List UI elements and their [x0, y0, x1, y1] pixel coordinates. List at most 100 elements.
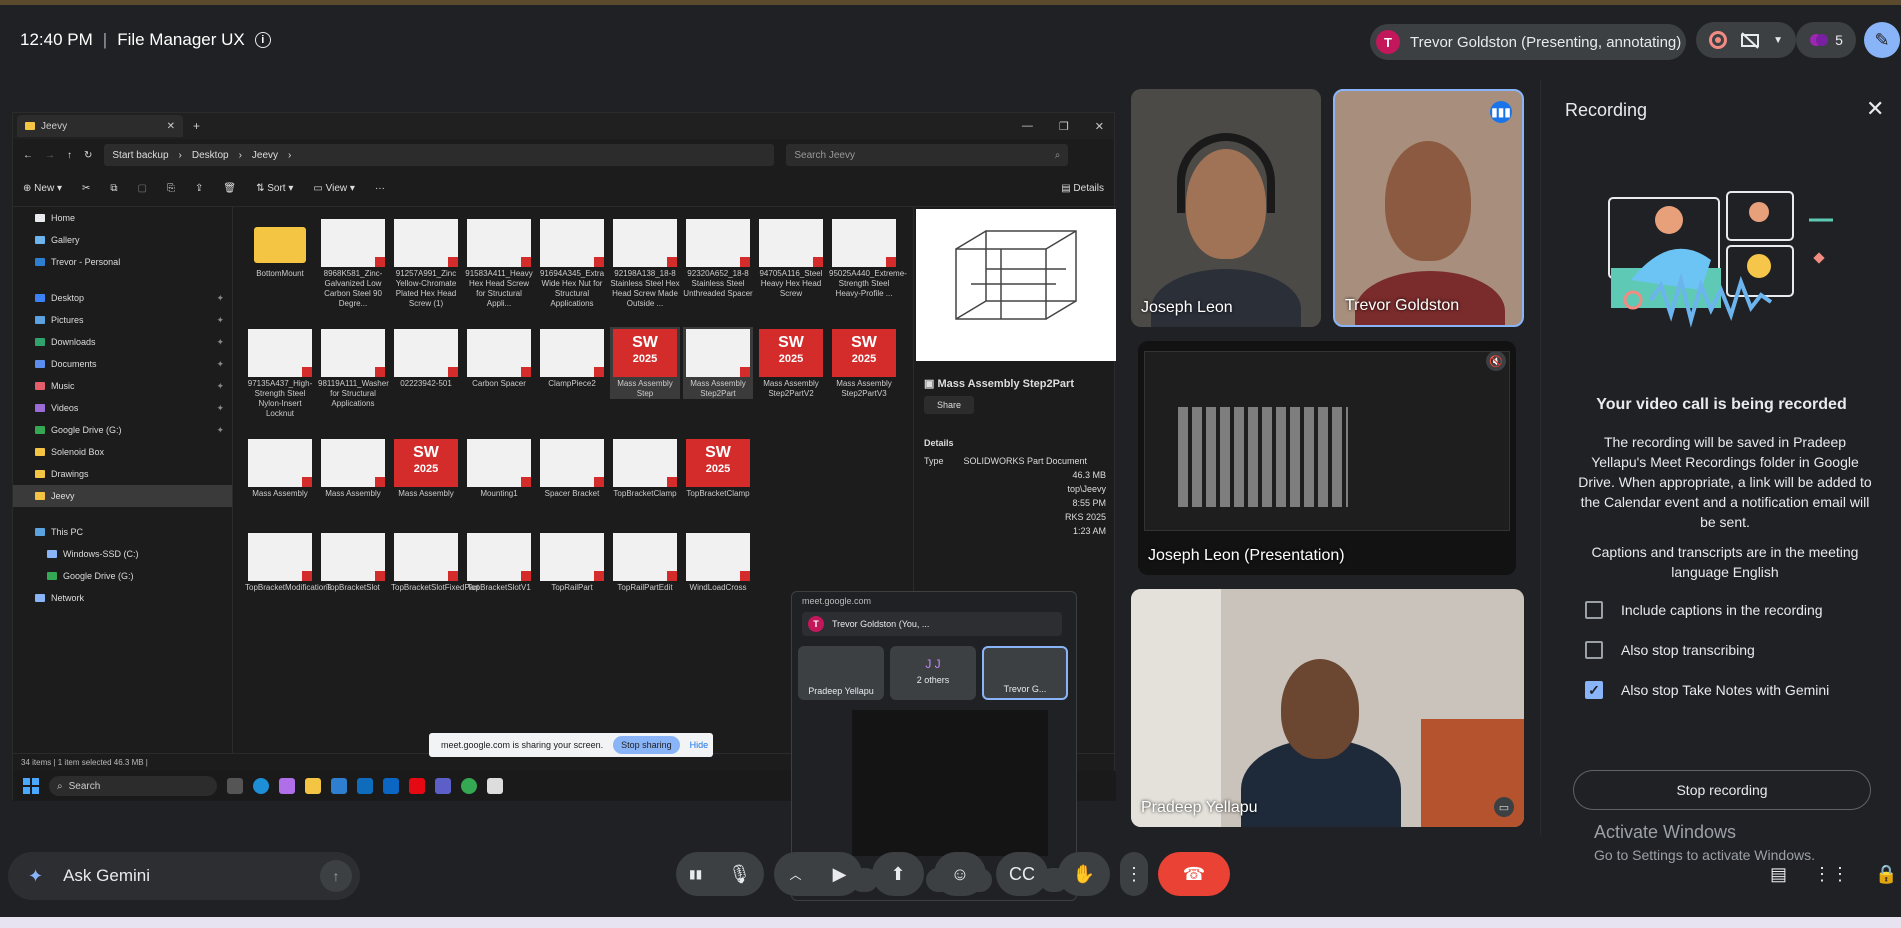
- nav-item[interactable]: Drawings: [13, 463, 232, 485]
- file-item[interactable]: Mass Assembly Step2Part: [683, 327, 753, 399]
- nav-item[interactable]: Network: [13, 587, 232, 609]
- copy-icon[interactable]: ⧉: [110, 183, 117, 194]
- microphone-button[interactable]: ▮▮ 🎙: [676, 852, 764, 896]
- rename-icon[interactable]: ⎘: [167, 183, 175, 194]
- raise-hand-button[interactable]: ✋: [1058, 852, 1110, 896]
- file-item[interactable]: Spacer Bracket: [537, 437, 607, 499]
- details-button[interactable]: ▤ Details: [1061, 183, 1104, 194]
- nav-item[interactable]: Documents ✦: [13, 353, 232, 375]
- file-item[interactable]: 91257A991_Zinc Yellow-Chromate Plated He…: [391, 217, 461, 309]
- video-tile-presentation[interactable]: 🔇 Joseph Leon (Presentation): [1138, 341, 1516, 575]
- file-item[interactable]: SW 2025 Mass Assembly Step: [610, 327, 680, 399]
- checkbox-checked[interactable]: ✓: [1585, 681, 1603, 699]
- teams-icon[interactable]: [435, 778, 451, 794]
- file-item[interactable]: 95025A440_Extreme-Strength Steel Heavy-P…: [829, 217, 907, 299]
- file-item[interactable]: 97135A437_High-Strength Steel Nylon-Inse…: [245, 327, 315, 419]
- file-item[interactable]: Mass Assembly: [245, 437, 315, 499]
- file-item[interactable]: 94705A116_Steel Heavy Hex Head Screw: [756, 217, 826, 299]
- option-stop-transcribing[interactable]: Also stop transcribing: [1585, 641, 1755, 659]
- outlook-icon[interactable]: [357, 778, 373, 794]
- leave-call-button[interactable]: ☎: [1158, 852, 1230, 896]
- explorer-tab[interactable]: Jeevy ✕: [17, 115, 183, 137]
- file-item[interactable]: WindLoadCross: [683, 531, 753, 593]
- close-icon[interactable]: ✕: [1866, 96, 1884, 122]
- reactions-button[interactable]: ☺: [934, 852, 986, 896]
- new-button[interactable]: ⊕ New ▾: [23, 183, 62, 194]
- file-item[interactable]: SW 2025 Mass Assembly Step2PartV2: [756, 327, 826, 399]
- option-stop-gemini-notes[interactable]: ✓ Also stop Take Notes with Gemini: [1585, 681, 1829, 699]
- minimize-icon[interactable]: —: [1022, 120, 1033, 133]
- netflix-icon[interactable]: [409, 778, 425, 794]
- address-bar[interactable]: Start backup › Desktop › Jeevy ›: [104, 144, 775, 166]
- file-item[interactable]: 98119A111_Washer for Structural Applicat…: [318, 327, 389, 409]
- file-item[interactable]: 91583A411_Heavy Hex Head Screw for Struc…: [464, 217, 534, 309]
- hide-button[interactable]: Hide: [690, 740, 709, 750]
- windows-start-icon[interactable]: [23, 778, 39, 794]
- nav-item[interactable]: Pictures ✦: [13, 309, 232, 331]
- captions-button[interactable]: CC: [996, 852, 1048, 896]
- up-icon[interactable]: ↑: [67, 150, 72, 161]
- file-item[interactable]: Mass Assembly: [318, 437, 388, 499]
- task-view-icon[interactable]: [227, 778, 243, 794]
- checkbox[interactable]: [1585, 601, 1603, 619]
- nav-item[interactable]: Downloads ✦: [13, 331, 232, 353]
- taskbar-search[interactable]: ⌕ Search: [49, 776, 217, 796]
- file-item[interactable]: TopBracketClamp: [610, 437, 680, 499]
- chat-icon[interactable]: ▤: [1770, 864, 1787, 885]
- nav-item[interactable]: Google Drive (G:) ✦: [13, 419, 232, 441]
- file-item[interactable]: BottomMount: [245, 217, 315, 279]
- file-item[interactable]: TopBracketModifications: [245, 531, 332, 593]
- linkedin-icon[interactable]: [383, 778, 399, 794]
- more-icon[interactable]: ···: [375, 183, 385, 194]
- maximize-icon[interactable]: ❐: [1059, 120, 1069, 133]
- nav-item[interactable]: Gallery: [13, 229, 232, 251]
- share-icon[interactable]: ⇪: [195, 183, 203, 194]
- new-tab-icon[interactable]: +: [193, 119, 200, 133]
- file-item[interactable]: 02223942-501: [391, 327, 461, 389]
- nav-item[interactable]: Music ✦: [13, 375, 232, 397]
- pip-icon[interactable]: ▭: [1494, 797, 1514, 817]
- file-item[interactable]: Mounting1: [464, 437, 534, 499]
- video-tile-joseph[interactable]: Joseph Leon: [1131, 89, 1321, 327]
- cut-icon[interactable]: ✂: [82, 183, 90, 194]
- stop-sharing-button[interactable]: Stop sharing: [613, 736, 680, 754]
- file-item[interactable]: TopRailPart: [537, 531, 607, 593]
- nav-item[interactable]: This PC: [13, 521, 232, 543]
- nav-item[interactable]: Solenoid Box: [13, 441, 232, 463]
- store-icon[interactable]: [331, 778, 347, 794]
- file-item[interactable]: 92198A138_18-8 Stainless Steel Hex Head …: [610, 217, 680, 309]
- nav-item[interactable]: Desktop ✦: [13, 287, 232, 309]
- option-include-captions[interactable]: Include captions in the recording: [1585, 601, 1823, 619]
- file-explorer-icon[interactable]: [305, 778, 321, 794]
- more-options-button[interactable]: ⋮: [1120, 852, 1148, 896]
- breadcrumb-item[interactable]: Start backup: [112, 150, 168, 161]
- nav-item[interactable]: Google Drive (G:): [13, 565, 232, 587]
- participants-button[interactable]: 5: [1796, 22, 1856, 58]
- copilot-icon[interactable]: [279, 778, 295, 794]
- edge-icon[interactable]: [253, 778, 269, 794]
- breadcrumb-item[interactable]: Jeevy: [252, 150, 278, 161]
- file-item[interactable]: ClampPiece2: [537, 327, 607, 389]
- nav-item[interactable]: Jeevy: [13, 485, 232, 507]
- file-item[interactable]: 91694A345_Extra Wide Hex Nut for Structu…: [537, 217, 607, 309]
- close-tab-icon[interactable]: ✕: [167, 121, 175, 132]
- recording-indicator-group[interactable]: ▼: [1696, 22, 1796, 58]
- checkbox[interactable]: [1585, 641, 1603, 659]
- file-item[interactable]: Carbon Spacer: [464, 327, 534, 389]
- breadcrumb-item[interactable]: Desktop: [192, 150, 229, 161]
- video-tile-pradeep[interactable]: ▭ Pradeep Yellapu: [1131, 589, 1524, 827]
- apps-grid-icon[interactable]: ⋮⋮: [1813, 864, 1849, 885]
- file-item[interactable]: TopBracketSlot: [318, 531, 388, 593]
- close-window-icon[interactable]: ✕: [1095, 120, 1104, 133]
- file-item[interactable]: SW 2025 TopBracketClamp: [683, 437, 753, 499]
- file-item[interactable]: 92320A652_18-8 Stainless Steel Unthreade…: [683, 217, 753, 299]
- file-item[interactable]: TopBracketSlotFixedPart: [391, 531, 479, 593]
- back-icon[interactable]: ←: [23, 150, 33, 161]
- forward-icon[interactable]: →: [45, 150, 55, 161]
- file-item[interactable]: SW 2025 Mass Assembly: [391, 437, 461, 499]
- stop-recording-button[interactable]: Stop recording: [1573, 770, 1871, 810]
- explorer-search-input[interactable]: Search Jeevy ⌕: [786, 144, 1069, 166]
- file-item[interactable]: SW 2025 Mass Assembly Step2PartV3: [829, 327, 899, 399]
- nav-item[interactable]: Home: [13, 207, 232, 229]
- host-controls-icon[interactable]: 🔒: [1875, 864, 1897, 885]
